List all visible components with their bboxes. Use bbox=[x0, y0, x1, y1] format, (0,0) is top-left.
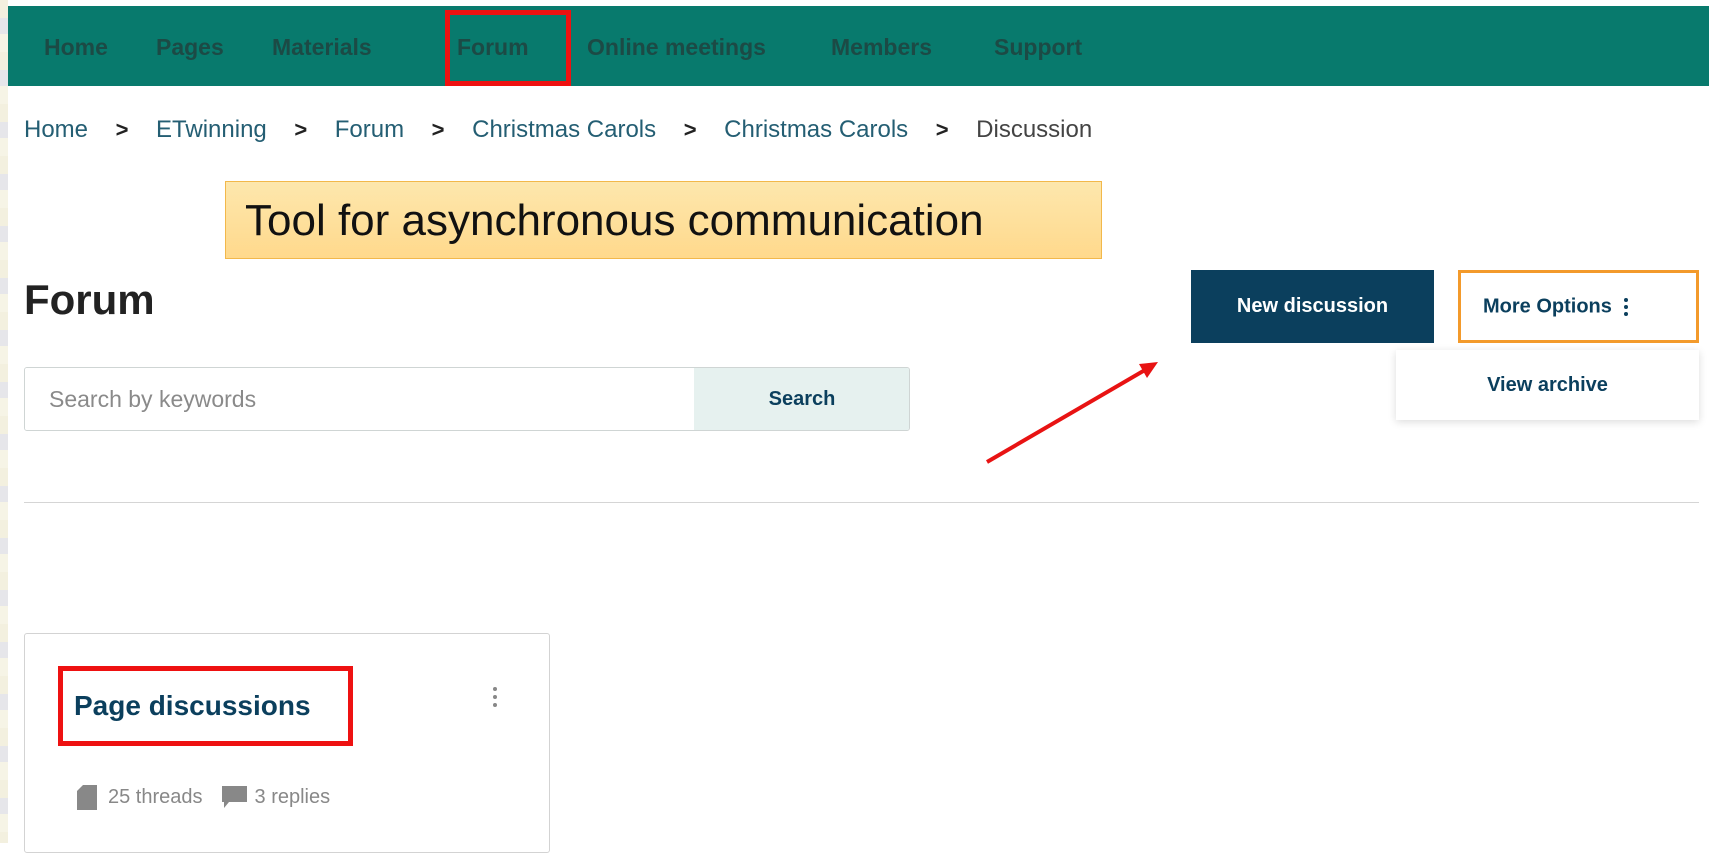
thread-count: 25 threads bbox=[108, 785, 203, 808]
chat-icon bbox=[221, 786, 247, 808]
more-options-label: More Options bbox=[1483, 294, 1612, 317]
view-archive-menu-item[interactable]: View archive bbox=[1396, 350, 1699, 420]
breadcrumb-home[interactable]: Home bbox=[24, 116, 88, 144]
forum-highlight-box bbox=[445, 10, 571, 86]
breadcrumb-separator-icon: > bbox=[294, 117, 308, 142]
page-title: Forum bbox=[24, 276, 155, 323]
breadcrumb-separator-icon: > bbox=[935, 117, 949, 142]
search-button[interactable]: Search bbox=[694, 368, 909, 430]
divider bbox=[24, 502, 1699, 503]
more-options-dropdown: View archive bbox=[1396, 350, 1699, 420]
nav-item-members[interactable]: Members bbox=[831, 6, 932, 86]
forum-card: Page discussions 25 threads 3 replies bbox=[24, 633, 550, 853]
breadcrumb-separator-icon: > bbox=[115, 117, 129, 142]
breadcrumb-christmas-carols-2[interactable]: Christmas Carols bbox=[724, 116, 908, 144]
breadcrumb-etwinning[interactable]: ETwinning bbox=[156, 116, 267, 144]
more-options-button[interactable]: More Options bbox=[1458, 270, 1699, 343]
breadcrumb-separator-icon: > bbox=[683, 117, 697, 142]
breadcrumb: Home > ETwinning > Forum > Christmas Car… bbox=[24, 114, 1092, 146]
search-bar: Search bbox=[24, 367, 910, 431]
card-kebab-icon[interactable] bbox=[487, 684, 503, 712]
breadcrumb-discussion: Discussion bbox=[976, 116, 1093, 143]
doc-icon bbox=[77, 784, 97, 810]
kebab-icon bbox=[1623, 295, 1628, 319]
top-nav: Home Pages Materials Forum Online meetin… bbox=[8, 6, 1709, 86]
breadcrumb-separator-icon: > bbox=[431, 117, 445, 142]
card-meta: 25 threads 3 replies bbox=[77, 782, 330, 812]
card-title[interactable]: Page discussions bbox=[74, 690, 311, 722]
callout-annotation: Tool for asynchronous communication bbox=[225, 181, 1102, 259]
nav-item-online-meetings[interactable]: Online meetings bbox=[587, 6, 766, 86]
breadcrumb-forum[interactable]: Forum bbox=[335, 116, 404, 144]
search-input[interactable] bbox=[25, 368, 694, 430]
nav-item-support[interactable]: Support bbox=[994, 6, 1082, 86]
breadcrumb-christmas-carols[interactable]: Christmas Carols bbox=[472, 116, 656, 144]
nav-item-pages[interactable]: Pages bbox=[156, 6, 224, 86]
nav-item-materials[interactable]: Materials bbox=[272, 6, 372, 86]
reply-count: 3 replies bbox=[254, 785, 331, 808]
left-edge-strip bbox=[0, 0, 8, 843]
nav-item-home[interactable]: Home bbox=[44, 6, 108, 86]
new-discussion-button[interactable]: New discussion bbox=[1191, 270, 1434, 343]
